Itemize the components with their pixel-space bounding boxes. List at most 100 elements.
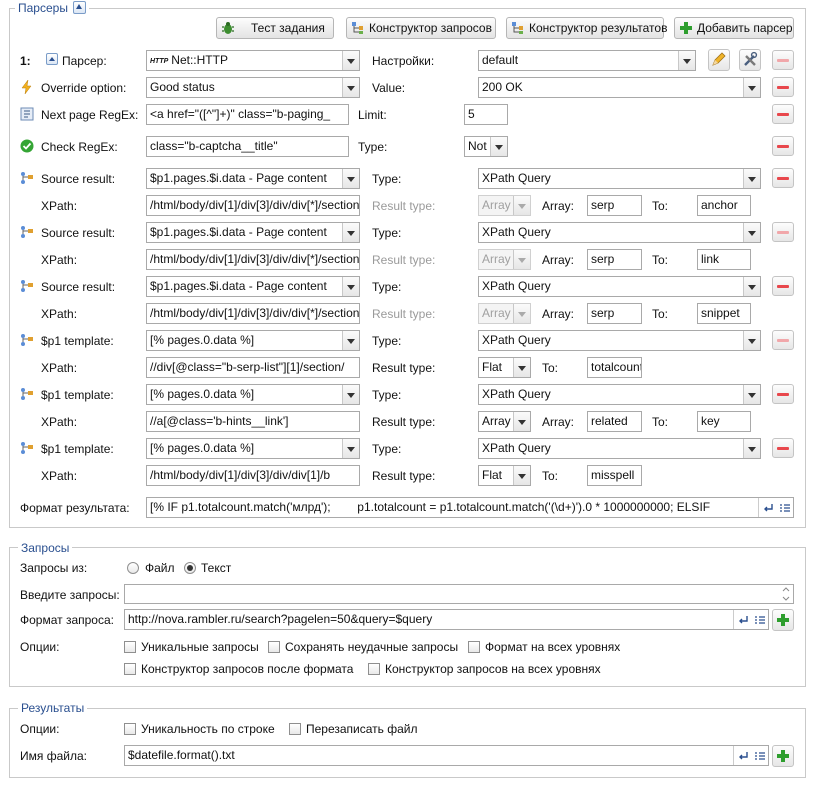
tools-button[interactable] — [739, 49, 761, 71]
result-type-select[interactable]: XPath Query — [478, 330, 761, 351]
builder-all-levels-checkbox[interactable] — [368, 663, 380, 675]
unique-queries-checkbox[interactable] — [124, 641, 136, 653]
check-regex-input[interactable]: class="b-captcha__title" — [146, 136, 349, 157]
remove-next-page-button[interactable] — [772, 104, 794, 124]
list-icon[interactable] — [776, 498, 793, 517]
test-task-label: Тест задания — [251, 21, 325, 35]
result-type-select[interactable]: XPath Query — [478, 384, 761, 405]
result-mode-select[interactable]: Flat — [478, 357, 531, 378]
result-format-input[interactable]: [% IF p1.totalcount.match('млрд'); p1.to… — [146, 497, 794, 518]
textarea-scroll-icon[interactable] — [780, 585, 792, 603]
check-type-select[interactable]: Not — [464, 136, 508, 157]
tree-icon — [512, 22, 523, 34]
result-type-mode-label: Result type: — [372, 361, 436, 375]
remove-result-button[interactable] — [772, 222, 794, 242]
text-radio[interactable] — [184, 562, 196, 574]
result-type-value: XPath Query — [482, 171, 551, 185]
xpath-input[interactable]: /html/body/div[1]/div[3]/div/div[*]/sect… — [146, 249, 360, 270]
to-input[interactable]: key — [697, 411, 751, 432]
result-source-value: [% pages.0.data %] — [150, 387, 255, 401]
result-source-select[interactable]: $p1.pages.$i.data - Page content — [146, 222, 360, 243]
result-source-label: $p1 template: — [41, 388, 114, 402]
builder-after-format-checkbox[interactable] — [124, 663, 136, 675]
result-type-mode-label: Result type: — [372, 199, 436, 213]
result-type-select[interactable]: XPath Query — [478, 168, 761, 189]
xpath-input[interactable]: //div[@class="b-serp-list"][1]/section/ — [146, 357, 360, 378]
list-icon[interactable] — [751, 746, 768, 765]
result-type-select[interactable]: XPath Query — [478, 276, 761, 297]
remove-override-button[interactable] — [772, 77, 794, 97]
result-type-value: XPath Query — [482, 333, 551, 347]
list-icon[interactable] — [751, 610, 768, 629]
format-all-levels-checkbox[interactable] — [468, 641, 480, 653]
save-failed-checkbox[interactable] — [268, 641, 280, 653]
builder-after-format-label: Конструктор запросов после формата — [141, 662, 354, 676]
move-up-icon[interactable] — [46, 53, 58, 65]
remove-result-button[interactable] — [772, 276, 794, 296]
filename-input[interactable]: $datefile.format().txt — [124, 745, 769, 766]
chevron-down-icon — [342, 223, 359, 242]
next-page-label: Next page RegEx: — [41, 108, 139, 122]
add-filename-button[interactable] — [772, 745, 794, 767]
remove-result-button[interactable] — [772, 168, 794, 188]
to-input[interactable]: link — [697, 249, 751, 270]
queries-textarea[interactable] — [124, 584, 794, 604]
array-input[interactable]: related — [587, 411, 642, 432]
result-builder-button[interactable]: Конструктор результатов — [506, 17, 667, 39]
to-label: To: — [652, 253, 669, 267]
result-source-select[interactable]: $p1.pages.$i.data - Page content — [146, 168, 360, 189]
add-parser-label: Добавить парсер — [697, 21, 793, 35]
result-type-select[interactable]: XPath Query — [478, 222, 761, 243]
edit-settings-button[interactable] — [708, 49, 730, 71]
wrap-icon[interactable] — [759, 498, 776, 517]
collapse-toggle-icon[interactable] — [73, 1, 87, 14]
remove-result-button[interactable] — [772, 330, 794, 350]
xpath-input[interactable]: //a[@class='b-hints__link'] — [146, 411, 360, 432]
wrap-icon[interactable] — [734, 610, 751, 629]
to-input[interactable]: misspell — [587, 465, 642, 486]
xpath-input[interactable]: /html/body/div[1]/div[3]/div/div[*]/sect… — [146, 195, 360, 216]
file-radio[interactable] — [127, 562, 139, 574]
value-select[interactable]: 200 OK — [478, 77, 761, 98]
remove-check-button[interactable] — [772, 136, 794, 156]
xpath-input[interactable]: /html/body/div[1]/div[3]/div/div[*]/sect… — [146, 303, 360, 324]
array-input[interactable]: serp — [587, 195, 642, 216]
result-type-select[interactable]: XPath Query — [478, 438, 761, 459]
check-type-value: Not — [468, 139, 487, 153]
xpath-input[interactable]: /html/body/div[1]/div[3]/div/div[1]/b — [146, 465, 360, 486]
to-input[interactable]: anchor — [697, 195, 751, 216]
chevron-down-icon — [342, 439, 359, 458]
add-parser-button[interactable]: Добавить парсер — [674, 17, 794, 39]
settings-select[interactable]: default — [478, 50, 696, 71]
result-format-label: Формат результата: — [20, 501, 130, 515]
overwrite-file-checkbox[interactable] — [289, 723, 301, 735]
result-source-select[interactable]: $p1.pages.$i.data - Page content — [146, 276, 360, 297]
to-input[interactable]: totalcount — [587, 357, 642, 378]
parser-select[interactable]: HTTP Net::HTTP — [146, 50, 360, 71]
query-builder-button[interactable]: Конструктор запросов — [346, 17, 496, 39]
limit-input[interactable]: 5 — [464, 104, 508, 125]
result-source-select[interactable]: [% pages.0.data %] — [146, 438, 360, 459]
test-task-button[interactable]: Тест задания — [216, 17, 334, 39]
chevron-down-icon — [743, 78, 760, 97]
result-mode-select[interactable]: Flat — [478, 465, 531, 486]
result-source-select[interactable]: [% pages.0.data %] — [146, 330, 360, 351]
array-input[interactable]: serp — [587, 303, 642, 324]
filename-value: $datefile.format().txt — [128, 748, 235, 762]
add-query-format-button[interactable] — [772, 609, 794, 631]
wrap-icon[interactable] — [734, 746, 751, 765]
remove-result-button[interactable] — [772, 438, 794, 458]
unique-by-line-checkbox[interactable] — [124, 723, 136, 735]
remove-result-button[interactable] — [772, 384, 794, 404]
remove-parser-button[interactable] — [772, 50, 794, 70]
to-label: To: — [542, 361, 559, 375]
lightning-icon — [21, 80, 32, 94]
result-source-select[interactable]: [% pages.0.data %] — [146, 384, 360, 405]
array-input[interactable]: serp — [587, 249, 642, 270]
query-format-input[interactable]: http://nova.rambler.ru/search?pagelen=50… — [124, 609, 769, 630]
next-page-input[interactable]: <a href="([^"]+)" class="b-paging_ — [146, 104, 349, 125]
to-input[interactable]: snippet — [697, 303, 751, 324]
result-mode-select[interactable]: Array — [478, 411, 531, 432]
override-select[interactable]: Good status — [146, 77, 360, 98]
xpath-label: XPath: — [41, 415, 78, 429]
